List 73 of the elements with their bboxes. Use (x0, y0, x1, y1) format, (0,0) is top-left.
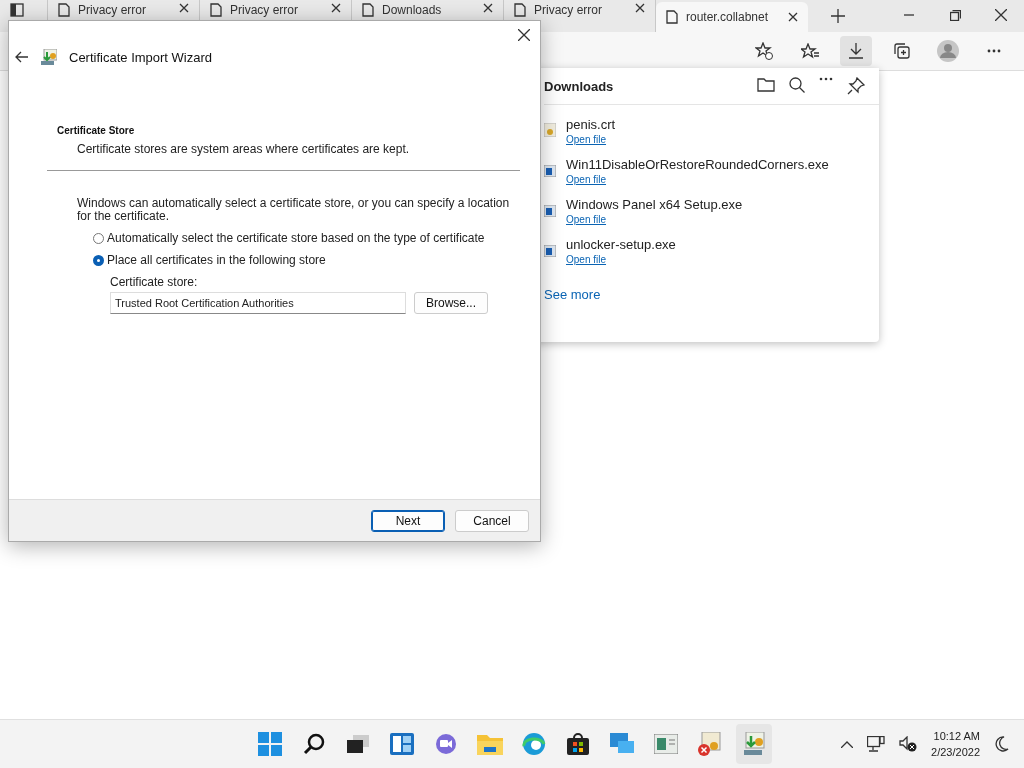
browser-tab[interactable]: router.collabnet (656, 2, 808, 32)
file-name: penis.crt (566, 117, 616, 132)
page-icon (362, 3, 374, 17)
restore-icon[interactable] (949, 9, 961, 21)
application-icon (544, 245, 556, 257)
page-icon (514, 3, 526, 17)
dialog-button[interactable]: Cancel (455, 509, 529, 532)
radio-label[interactable]: Place all certificates in the following store (107, 253, 326, 267)
moon-icon[interactable] (994, 736, 1010, 752)
certificate-file-icon (544, 123, 556, 137)
certificate-store-field[interactable]: Trusted Root Certification Authorities (110, 292, 406, 314)
page-icon (666, 10, 678, 24)
radio-button[interactable] (93, 254, 104, 266)
radio-button[interactable] (93, 232, 104, 244)
file-name: Windows Panel x64 Setup.exe (566, 197, 743, 212)
certificate-error-icon[interactable] (698, 732, 722, 756)
file-name: Win11DisableOrRestoreRoundedCorners.exe (566, 157, 829, 172)
add-favorite-icon[interactable] (755, 42, 773, 60)
see-more-link[interactable]: See more (544, 287, 601, 302)
open-file-link[interactable]: Open file (566, 134, 607, 145)
close-icon[interactable] (518, 29, 530, 41)
close-icon[interactable] (995, 9, 1007, 21)
widgets-icon[interactable] (390, 733, 414, 755)
dialog-title: Certificate Import Wizard (69, 49, 213, 65)
application-icon (544, 165, 556, 177)
start-icon[interactable] (258, 732, 282, 756)
favorites-icon[interactable] (801, 43, 819, 59)
close-icon[interactable] (483, 3, 493, 13)
panel-title: Downloads (544, 78, 615, 94)
certificate-manager-icon[interactable] (654, 734, 678, 754)
browse-button[interactable]: Browse... (414, 292, 488, 314)
close-icon[interactable] (331, 3, 341, 13)
section-heading: Certificate Store (57, 125, 136, 136)
chevron-up-icon[interactable] (841, 740, 854, 748)
more-icon[interactable] (819, 77, 833, 81)
dialog-button[interactable]: Next (371, 509, 445, 532)
network-icon[interactable] (867, 736, 886, 752)
open-file-link[interactable]: Open file (566, 214, 607, 225)
browser-icon[interactable] (522, 732, 546, 756)
download-icon[interactable] (849, 43, 863, 59)
clock-date[interactable]: 2/23/2022 (931, 744, 980, 760)
page-icon (58, 3, 70, 17)
application-icon (544, 205, 556, 217)
open-file-link[interactable]: Open file (566, 254, 607, 265)
intro-text: Windows can automatically select a certificate store, or you can specify a location for the certificate. (77, 197, 511, 223)
folder-icon[interactable] (757, 77, 775, 92)
close-icon[interactable] (179, 3, 189, 13)
remote-desktop-icon[interactable] (610, 733, 634, 755)
more-icon[interactable] (987, 49, 1001, 53)
section-description: Certificate stores are system areas where certificates are kept. (77, 142, 411, 156)
page-icon (210, 3, 222, 17)
back-arrow-icon[interactable] (15, 51, 29, 63)
folder-icon[interactable] (477, 733, 503, 755)
workspaces-icon[interactable] (10, 3, 24, 17)
close-icon[interactable] (788, 12, 798, 22)
store-icon[interactable] (567, 733, 589, 755)
profile-avatar-icon[interactable] (937, 40, 959, 62)
pin-icon[interactable] (847, 77, 865, 95)
certificate-import-icon[interactable] (742, 732, 766, 756)
collections-icon[interactable] (894, 43, 910, 59)
close-icon[interactable] (635, 3, 645, 13)
field-label: Certificate store: (110, 275, 199, 289)
chat-icon[interactable] (434, 733, 458, 755)
radio-label[interactable]: Automatically select the certificate store based on the type of certificate (107, 231, 485, 245)
volume-muted-icon[interactable] (899, 736, 918, 752)
new-tab-icon[interactable] (831, 9, 845, 23)
search-icon[interactable] (789, 77, 805, 93)
open-file-link[interactable]: Open file (566, 174, 607, 185)
certificate-import-icon (41, 49, 57, 65)
task-view-icon[interactable] (347, 735, 369, 753)
clock-time[interactable]: 10:12 AM (933, 728, 980, 744)
file-name: unlocker-setup.exe (566, 237, 676, 252)
search-icon[interactable] (303, 733, 325, 755)
